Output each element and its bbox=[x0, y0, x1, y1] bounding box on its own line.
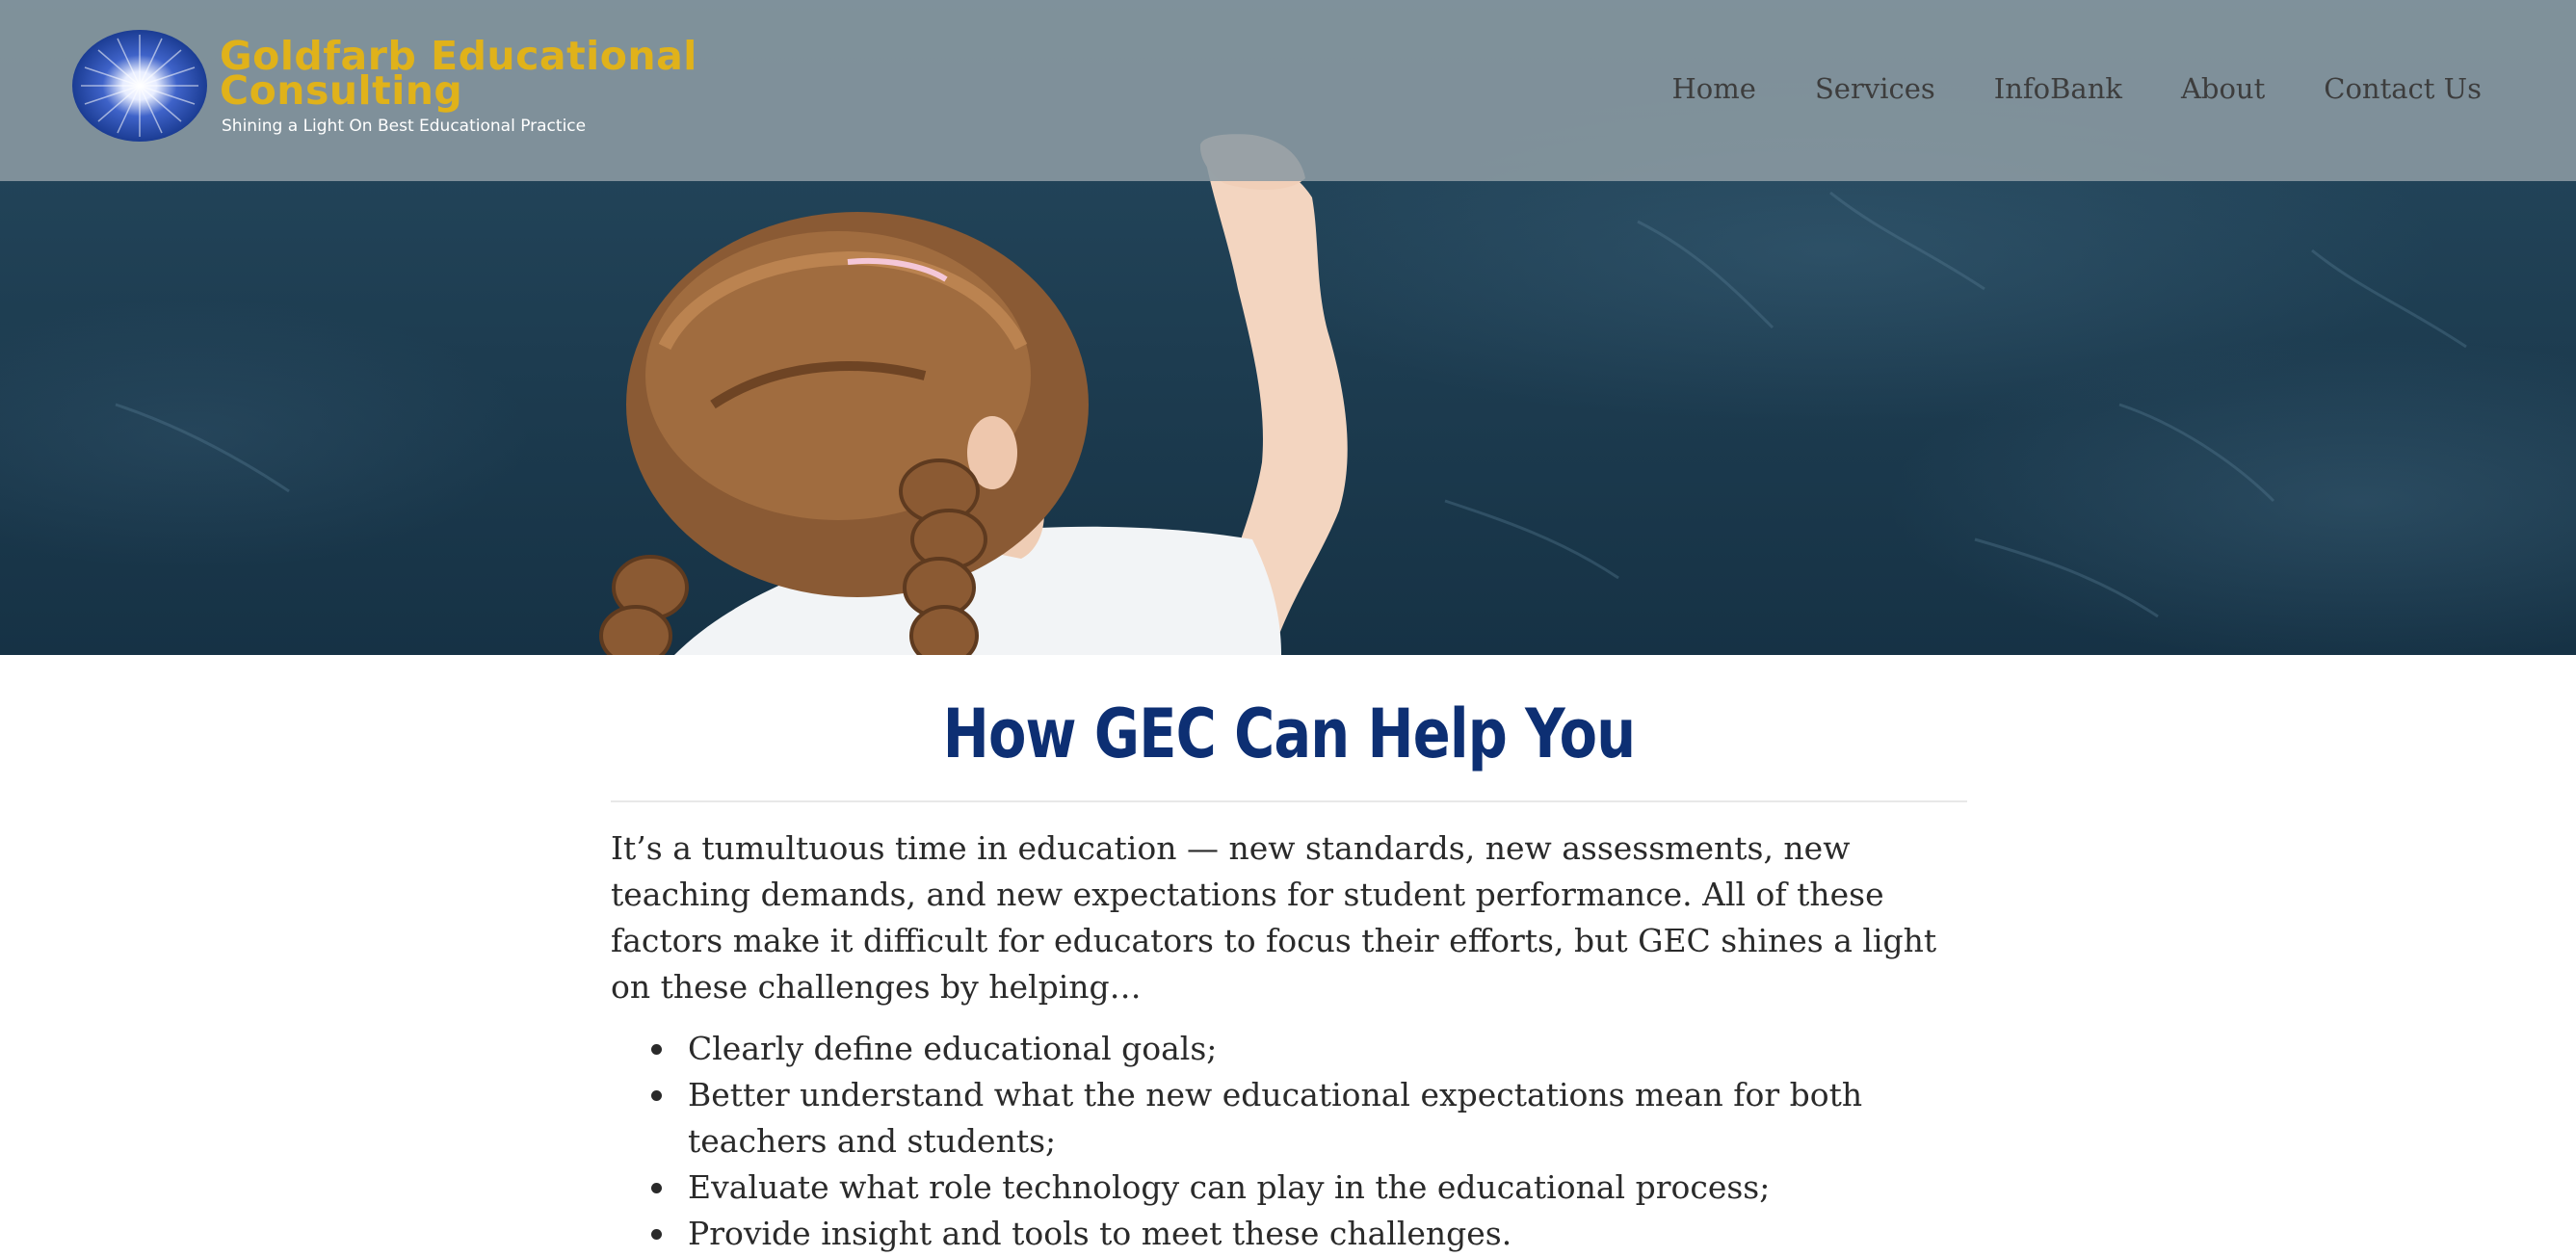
list-item-text: Evaluate what role technology can play i… bbox=[688, 1168, 1771, 1206]
site-logo[interactable]: Goldfarb Educational Consulting Shining … bbox=[71, 29, 697, 144]
logo-name-line-2: Consulting bbox=[220, 67, 463, 114]
list-item: Better understand what the new education… bbox=[651, 1072, 1967, 1165]
nav-home[interactable]: Home bbox=[1672, 72, 1756, 105]
main-nav: Home Services InfoBank About Contact Us bbox=[1672, 69, 2482, 108]
intro-paragraph: It’s a tumultuous time in education — ne… bbox=[611, 829, 1937, 1006]
page-title: How GEC Can Help You bbox=[942, 694, 1636, 773]
list-item-text: Provide insight and tools to meet these … bbox=[688, 1215, 1512, 1252]
nav-infobank[interactable]: InfoBank bbox=[1994, 72, 2122, 105]
bullet-icon bbox=[651, 1090, 662, 1101]
bullet-icon bbox=[651, 1229, 662, 1240]
list-item: Clearly define educational goals; bbox=[651, 1026, 1967, 1072]
bullet-icon bbox=[651, 1044, 662, 1055]
bullet-icon bbox=[651, 1183, 662, 1193]
hero-banner: Goldfarb Educational Consulting Shining … bbox=[0, 0, 2576, 655]
title-divider bbox=[611, 800, 1967, 802]
list-item-text: Clearly define educational goals; bbox=[688, 1030, 1218, 1067]
nav-services[interactable]: Services bbox=[1815, 72, 1935, 105]
list-item: Evaluate what role technology can play i… bbox=[651, 1165, 1967, 1211]
list-item: Provide insight and tools to meet these … bbox=[651, 1211, 1967, 1257]
nav-about[interactable]: About bbox=[2181, 72, 2265, 105]
nav-contact-us[interactable]: Contact Us bbox=[2324, 72, 2482, 105]
main-content: How GEC Can Help You It’s a tumultuous t… bbox=[611, 684, 1967, 1257]
logo-tagline: Shining a Light On Best Educational Prac… bbox=[222, 117, 587, 136]
help-list: Clearly define educational goals; Better… bbox=[611, 1026, 1967, 1257]
list-item-text: Better understand what the new education… bbox=[688, 1076, 1863, 1160]
sunburst-logo-icon bbox=[72, 30, 207, 142]
site-header: Goldfarb Educational Consulting Shining … bbox=[0, 0, 2576, 181]
